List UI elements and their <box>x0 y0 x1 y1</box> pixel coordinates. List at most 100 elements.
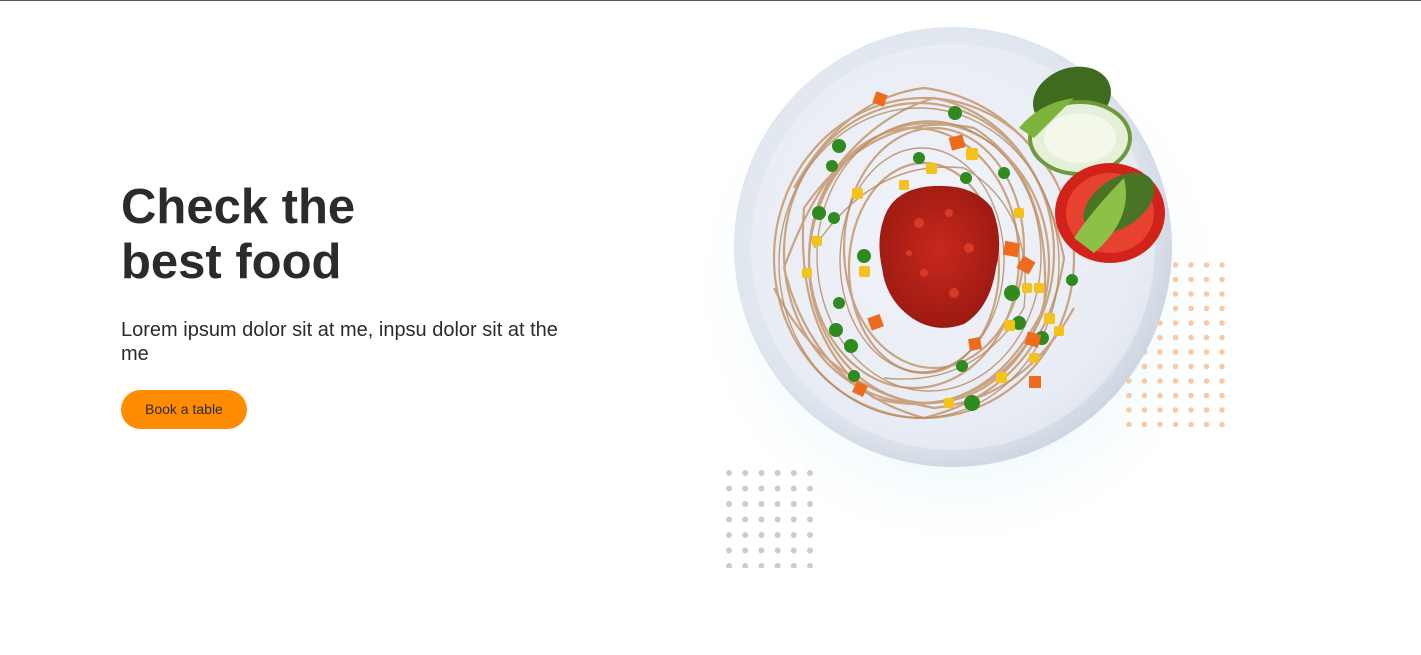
food-image <box>674 8 1246 569</box>
gray-dot <box>742 470 749 476</box>
gray-dot <box>742 516 749 523</box>
gray-dot <box>758 470 765 476</box>
orange-dot <box>1172 392 1179 399</box>
orange-dot <box>1157 334 1163 341</box>
orange-dot <box>1203 334 1210 341</box>
book-table-button[interactable]: Book a table <box>121 390 247 429</box>
gray-dot <box>726 532 732 538</box>
orange-dot <box>1203 291 1210 297</box>
orange-dot <box>1172 363 1179 370</box>
orange-dot <box>1203 421 1210 428</box>
orange-dot <box>1219 305 1225 312</box>
orange-dot <box>1141 421 1148 428</box>
gray-dot <box>774 501 781 507</box>
orange-dot <box>1203 262 1210 268</box>
orange-dot <box>1172 378 1179 384</box>
orange-dot <box>1188 276 1194 283</box>
gray-dot <box>758 485 765 492</box>
orange-dot <box>1157 392 1163 399</box>
orange-dot <box>1188 262 1194 268</box>
orange-dot <box>1126 421 1132 428</box>
orange-dot <box>1141 363 1148 370</box>
orange-dot <box>1157 378 1163 384</box>
hero-headline: Check the best food <box>121 180 356 289</box>
orange-dot <box>1203 378 1210 384</box>
orange-dot <box>1203 305 1210 312</box>
orange-dot <box>1126 392 1132 399</box>
orange-dot <box>1126 407 1132 413</box>
gray-dot <box>774 485 781 492</box>
gray-dot <box>807 470 813 476</box>
gray-dot <box>758 532 765 538</box>
gray-dot <box>726 501 732 507</box>
orange-dot <box>1157 421 1163 428</box>
gray-dot <box>726 485 732 492</box>
gray-dot <box>790 485 797 492</box>
orange-dot <box>1188 305 1194 312</box>
gray-dot <box>790 470 797 476</box>
orange-dot <box>1172 349 1179 355</box>
gray-dot <box>790 501 797 507</box>
orange-dot <box>1188 363 1194 370</box>
orange-dot <box>1188 320 1194 326</box>
orange-dot <box>1219 363 1225 370</box>
gray-dot <box>742 485 749 492</box>
orange-dot <box>1172 407 1179 413</box>
orange-dot <box>1219 334 1225 341</box>
orange-dot <box>1172 421 1179 428</box>
orange-dot <box>1219 276 1225 283</box>
gray-dot <box>758 501 765 507</box>
gray-dot <box>758 547 765 554</box>
gray-dot <box>742 501 749 507</box>
orange-dot <box>1172 320 1179 326</box>
hero-subtitle: Lorem ipsum dolor sit at me, inpsu dolor… <box>121 319 558 365</box>
orange-dot <box>1219 320 1225 326</box>
orange-dot <box>1203 363 1210 370</box>
orange-dot <box>1203 349 1210 355</box>
orange-dot <box>1188 291 1194 297</box>
orange-dot <box>1172 276 1179 283</box>
gray-dot <box>790 516 797 523</box>
gray-dot <box>774 532 781 538</box>
hero-section: Check the best food Lorem ipsum dolor si… <box>121 180 601 429</box>
orange-dot <box>1188 334 1194 341</box>
orange-dot <box>1188 349 1194 355</box>
orange-dot <box>1203 407 1210 413</box>
orange-dot <box>1203 392 1210 399</box>
gray-dot <box>807 485 813 492</box>
orange-dot <box>1188 392 1194 399</box>
gray-dot <box>790 532 797 538</box>
gray-dot <box>774 470 781 476</box>
gray-dot <box>742 532 749 538</box>
gray-dot <box>758 516 765 523</box>
gray-dot <box>790 547 797 554</box>
orange-dot <box>1219 262 1225 268</box>
orange-dot <box>1219 421 1225 428</box>
orange-dot <box>1188 378 1194 384</box>
gray-dot <box>726 547 732 554</box>
orange-dot <box>1157 363 1163 370</box>
orange-dot <box>1203 320 1210 326</box>
gray-dot <box>807 532 813 538</box>
gray-dot <box>742 547 749 554</box>
orange-dot <box>1188 421 1194 428</box>
top-border <box>0 0 1421 1</box>
orange-dot <box>1157 407 1163 413</box>
orange-dot <box>1172 334 1179 341</box>
orange-dot <box>1157 349 1163 355</box>
gray-dot <box>726 516 732 523</box>
orange-dot <box>1219 407 1225 413</box>
orange-dot <box>1141 407 1148 413</box>
gray-dot <box>726 470 732 476</box>
gray-dot <box>807 516 813 523</box>
gray-dot <box>807 501 813 507</box>
gray-dot <box>774 547 781 554</box>
orange-dot <box>1188 407 1194 413</box>
orange-dot <box>1219 392 1225 399</box>
gray-dot <box>774 516 781 523</box>
orange-dot <box>1172 305 1179 312</box>
orange-dot <box>1141 392 1148 399</box>
gray-dot <box>807 547 813 554</box>
orange-dot <box>1172 262 1179 268</box>
orange-dot <box>1219 378 1225 384</box>
